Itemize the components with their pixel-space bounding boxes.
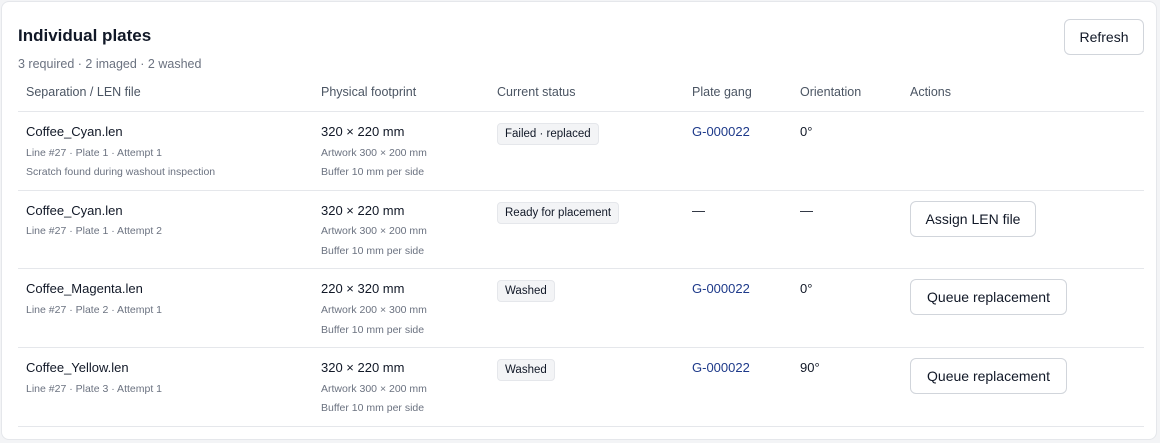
column-header-actions: Actions [910,85,951,99]
orientation-value: 90° [800,360,820,375]
buffer-size: Buffer 10 mm per side [321,402,425,414]
status-badge: Failed · replaced [497,123,599,145]
plate-size: 320 × 220 mm [321,124,405,139]
len-file-name: Coffee_Yellow.len [26,360,129,375]
queue-replacement-button[interactable]: Queue replacement [910,279,1067,315]
plate-meta: Line #27 · Plate 3 · Attempt 1 [26,383,162,395]
plate-gang-link[interactable]: G-000022 [692,360,750,375]
assign-len-file-button[interactable]: Assign LEN file [910,201,1036,237]
artwork-size: Artwork 300 × 200 mm [321,383,427,395]
column-header-plate-gang: Plate gang [692,85,752,99]
plate-gang-link[interactable]: G-000022 [692,124,750,139]
artwork-size: Artwork 200 × 300 mm [321,304,427,316]
plate-meta: Line #27 · Plate 2 · Attempt 1 [26,304,162,316]
column-header-footprint: Physical footprint [321,85,417,99]
orientation-value: 0° [800,281,813,296]
page-title: Individual plates [18,26,152,45]
artwork-size: Artwork 300 × 200 mm [321,147,427,159]
artwork-size: Artwork 300 × 200 mm [321,225,427,237]
status-badge: Ready for placement [497,202,620,224]
len-file-name: Coffee_Magenta.len [26,281,143,296]
plates-card: Individual plates 3 required · 2 imaged … [1,1,1157,440]
orientation-value: 0° [800,124,813,139]
buffer-size: Buffer 10 mm per side [321,324,425,336]
queue-replacement-button[interactable]: Queue replacement [910,358,1067,394]
plate-size: 220 × 320 mm [321,281,405,296]
status-badge: Washed [497,359,555,381]
len-file-name: Coffee_Cyan.len [26,124,123,139]
plate-note: Scratch found during washout inspection [26,166,216,178]
buffer-size: Buffer 10 mm per side [321,166,425,178]
plate-size: 320 × 220 mm [321,360,405,375]
buffer-size: Buffer 10 mm per side [321,245,425,257]
plate-gang-value: — [692,203,705,218]
plate-meta: Line #27 · Plate 1 · Attempt 2 [26,225,162,237]
column-header-status: Current status [497,85,576,99]
row-divider [18,426,1144,427]
refresh-button[interactable]: Refresh [1064,19,1144,55]
status-badge: Washed [497,280,555,302]
column-header-orientation: Orientation [800,85,862,99]
column-header-separation: Separation / LEN file [26,85,141,99]
orientation-value: — [800,203,813,218]
len-file-name: Coffee_Cyan.len [26,203,123,218]
row-divider [18,190,1144,191]
plate-meta: Line #27 · Plate 1 · Attempt 1 [26,147,162,159]
plate-size: 320 × 220 mm [321,203,405,218]
plate-gang-link[interactable]: G-000022 [692,281,750,296]
plates-summary: 3 required · 2 imaged · 2 washed [18,57,202,71]
row-divider [18,347,1144,348]
header-divider [18,111,1144,112]
row-divider [18,268,1144,269]
